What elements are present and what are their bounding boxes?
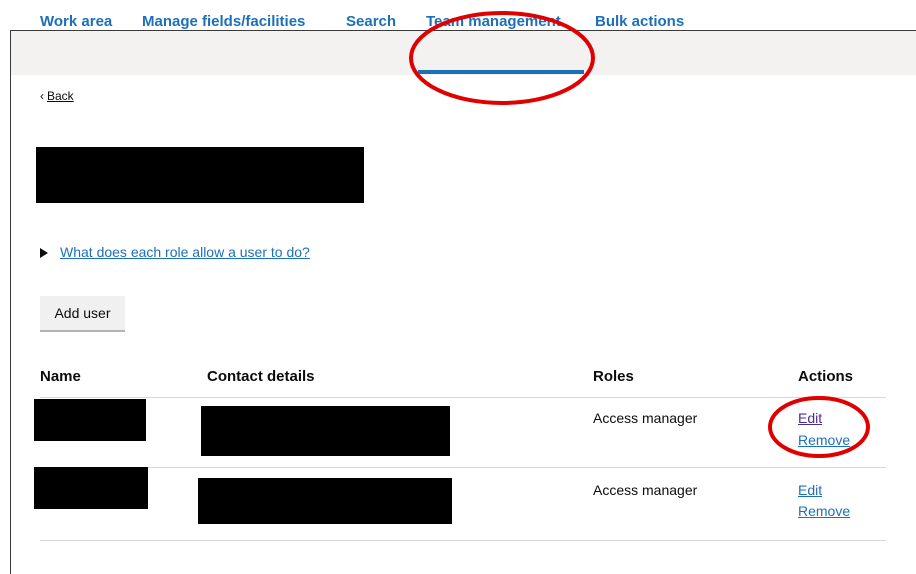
table-cell-role: Access manager — [593, 410, 698, 426]
nav-manage-fields-facilities[interactable]: Manage fields/facilities — [142, 13, 305, 30]
remove-user-link[interactable]: Remove — [798, 503, 850, 519]
nav-bulk-actions[interactable]: Bulk actions — [595, 13, 684, 30]
table-header-name: Name — [40, 368, 81, 385]
roles-details[interactable]: What does each role allow a user to do? — [40, 244, 310, 260]
nav-team-management[interactable]: Team management — [426, 13, 561, 30]
chevron-left-icon: ‹ — [40, 89, 44, 103]
edit-user-link[interactable]: Edit — [798, 410, 822, 426]
table-header-divider — [40, 397, 886, 398]
nav-work-area[interactable]: Work area — [40, 13, 112, 30]
nav-active-indicator — [418, 70, 584, 74]
roles-details-summary[interactable]: What does each role allow a user to do? — [60, 244, 310, 260]
table-header-contact-details: Contact details — [207, 368, 315, 385]
back-link-label: Back — [47, 89, 74, 103]
add-user-button[interactable]: Add user — [40, 296, 125, 330]
redacted-page-heading — [36, 147, 364, 203]
edit-user-link[interactable]: Edit — [798, 482, 822, 498]
table-row-divider — [40, 540, 886, 541]
table-cell-role: Access manager — [593, 482, 698, 498]
redacted-contact-details — [198, 478, 452, 524]
caret-right-icon — [40, 248, 48, 259]
service-navigation — [11, 31, 916, 75]
nav-search[interactable]: Search — [346, 13, 396, 30]
table-header-actions: Actions — [798, 368, 854, 385]
redacted-user-name — [34, 467, 148, 509]
remove-user-link[interactable]: Remove — [798, 432, 850, 448]
back-link[interactable]: ‹ Back — [40, 89, 74, 103]
table-row-divider — [40, 467, 886, 468]
redacted-user-name — [34, 399, 146, 441]
table-header-roles: Roles — [593, 368, 634, 385]
redacted-contact-details — [201, 406, 450, 456]
